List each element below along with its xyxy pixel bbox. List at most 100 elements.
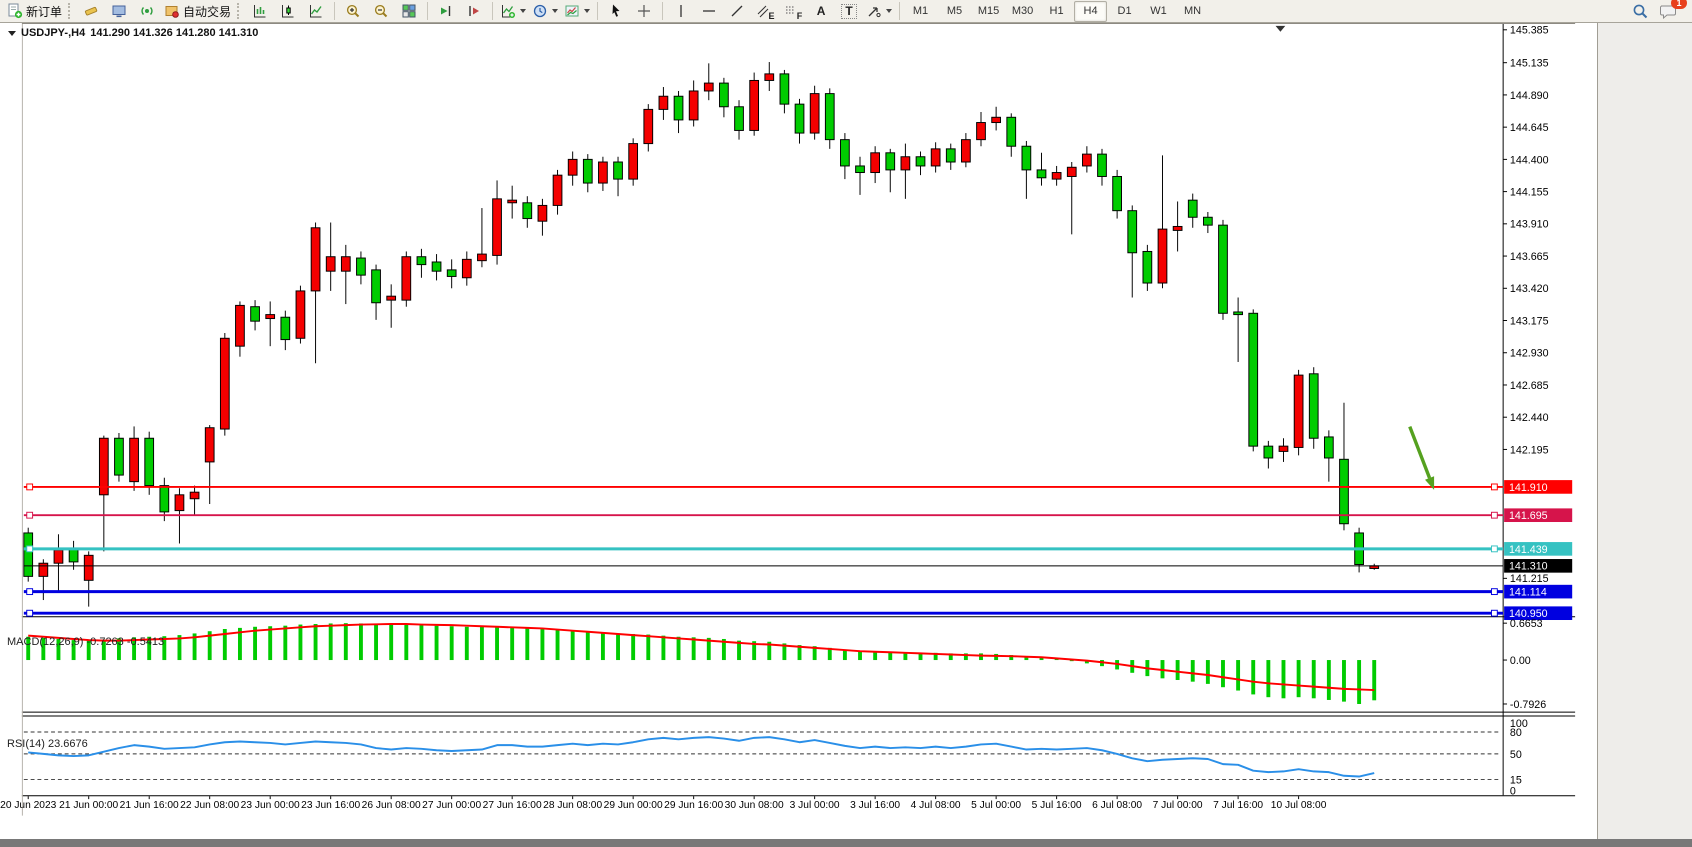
line-anchor[interactable] [1491,546,1497,552]
search-button[interactable] [1626,0,1654,22]
candlestick-mode-button[interactable] [274,0,302,22]
templates-button[interactable] [561,0,593,22]
date-label[interactable]: 29 Jun 16:00 [664,800,723,811]
auto-trade-label: 自动交易 [183,3,231,20]
candle [916,151,925,175]
candle-body [115,438,124,475]
line-anchor[interactable] [27,610,33,616]
candle [780,70,789,113]
chart-shift-button[interactable] [460,0,488,22]
macd-histogram-bar [525,628,529,660]
line-anchor[interactable] [27,484,33,490]
chart-dropdown-caret-icon[interactable] [8,31,16,36]
cursor-tool-button[interactable] [602,0,630,22]
date-label[interactable]: 5 Jul 16:00 [1032,800,1082,811]
date-label[interactable]: 7 Jul 00:00 [1153,800,1203,811]
candle-body [1007,117,1016,146]
vline-tool-button[interactable] [667,0,695,22]
candle-body [1067,167,1076,176]
line-anchor[interactable] [1491,484,1497,490]
date-label[interactable]: 22 Jun 08:00 [180,800,239,811]
hline-140950[interactable]: 140.950 [24,606,1572,620]
timeframe-w1[interactable]: W1 [1142,1,1175,22]
price-tick-label: 143.910 [1510,219,1549,231]
tile-windows-button[interactable] [395,0,423,22]
styler-button[interactable] [77,0,105,22]
periods-button[interactable] [529,0,561,22]
chat-button[interactable]: 1 [1654,0,1682,22]
crosshair-tool-button[interactable] [630,0,658,22]
date-label[interactable]: 3 Jul 16:00 [850,800,900,811]
label-tool-button[interactable]: T [835,0,863,22]
date-label[interactable]: 10 Jul 08:00 [1271,800,1327,811]
line-anchor[interactable] [27,589,33,595]
timeframe-m5[interactable]: M5 [938,1,971,22]
signal-button[interactable] [133,0,161,22]
rsi-axis-label: 80 [1510,727,1522,739]
timeframe-m30[interactable]: M30 [1006,1,1039,22]
timeframe-m1[interactable]: M1 [904,1,937,22]
candle-body [296,291,305,338]
date-label[interactable]: 21 Jun 00:00 [59,800,118,811]
arrow-annotation[interactable] [1410,427,1434,490]
date-label[interactable]: 3 Jul 00:00 [790,800,840,811]
arrows-tool-button[interactable] [863,0,895,22]
new-order-button[interactable]: 新订单 [4,0,65,22]
bid-line[interactable]: 141.310 [24,559,1572,573]
date-label[interactable]: 7 Jul 16:00 [1213,800,1263,811]
date-label[interactable]: 26 Jun 08:00 [362,800,421,811]
date-label[interactable]: 21 Jun 16:00 [120,800,179,811]
date-label[interactable]: 30 Jun 08:00 [725,800,784,811]
macd-histogram-bar [450,626,454,660]
candle [1264,441,1273,469]
trendline-tool-button[interactable] [723,0,751,22]
macd-histogram-bar [344,623,348,660]
timeframe-m15[interactable]: M15 [972,1,1005,22]
date-label[interactable]: 6 Jul 08:00 [1092,800,1142,811]
indicators-button[interactable] [497,0,529,22]
zoom-in-button[interactable] [339,0,367,22]
hline-tool-button[interactable] [695,0,723,22]
channel-tool-button[interactable]: E [751,0,779,22]
fibonacci-tool-button[interactable]: F [779,0,807,22]
hline-141114[interactable]: 141.114 [24,585,1572,599]
line-anchor[interactable] [1491,512,1497,518]
timeframe-h1[interactable]: H1 [1040,1,1073,22]
date-label[interactable]: 27 Jun 00:00 [422,800,481,811]
candle [1007,113,1016,156]
timeframe-d1[interactable]: D1 [1108,1,1141,22]
line-anchor[interactable] [27,512,33,518]
timeframe-mn[interactable]: MN [1176,1,1209,22]
text-tool-button[interactable]: A [807,0,835,22]
line-anchor[interactable] [27,546,33,552]
candle-body [24,533,33,576]
auto-scroll-button[interactable] [432,0,460,22]
bar-chart-mode-button[interactable] [246,0,274,22]
chart-canvas[interactable]: 141.910141.695141.439141.310141.114140.9… [0,23,1597,839]
zoom-out-button[interactable] [367,0,395,22]
candle-body [735,107,744,131]
dropdown-caret-icon [520,9,526,13]
date-label[interactable]: 27 Jun 16:00 [483,800,542,811]
price-tick-label: 144.400 [1510,154,1549,166]
profile-button[interactable] [105,0,133,22]
line-anchor[interactable] [1491,610,1497,616]
date-label[interactable]: 29 Jun 00:00 [604,800,663,811]
auto-trade-button[interactable]: 自动交易 [161,0,234,22]
candle-body [689,91,698,120]
candle-body [1219,225,1228,313]
date-label[interactable]: 23 Jun 00:00 [241,800,300,811]
candle [795,99,804,144]
date-label[interactable]: 5 Jul 00:00 [971,800,1021,811]
date-label[interactable]: 23 Jun 16:00 [301,800,360,811]
candle-body [1340,459,1349,523]
date-label[interactable]: 4 Jul 08:00 [911,800,961,811]
line-chart-mode-button[interactable] [302,0,330,22]
hline-141439[interactable]: 141.439 [24,542,1572,556]
date-label[interactable]: 20 Jun 2023 [0,800,56,811]
arrow-shaft[interactable] [1410,427,1430,478]
date-label[interactable]: 28 Jun 08:00 [543,800,602,811]
chart-shift-marker-icon[interactable] [1276,26,1286,32]
line-anchor[interactable] [1491,589,1497,595]
timeframe-h4[interactable]: H4 [1074,1,1107,22]
